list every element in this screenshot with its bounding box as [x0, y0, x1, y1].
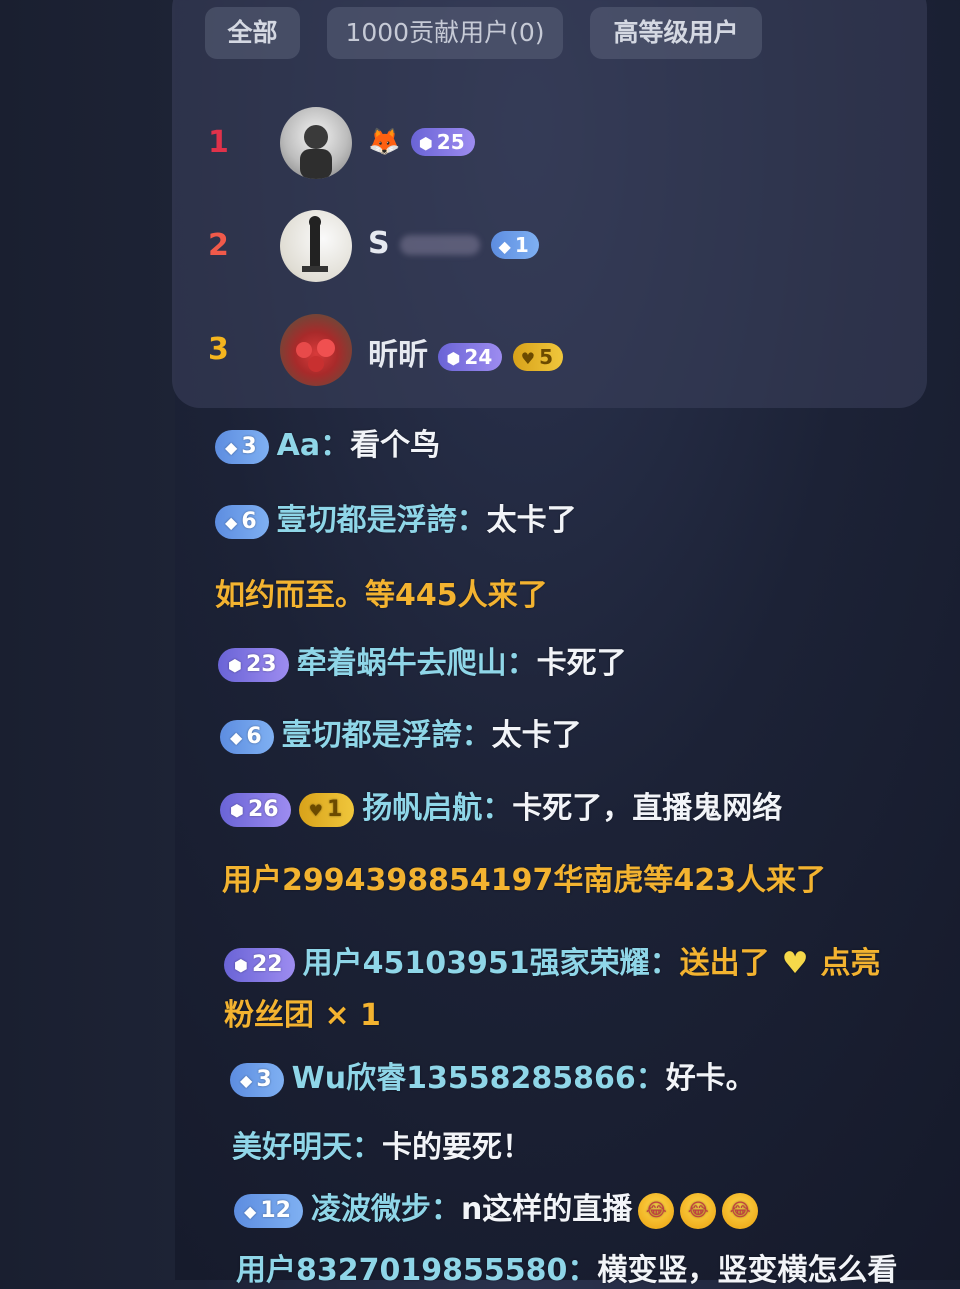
laugh-cry-emoji: 😂	[722, 1192, 759, 1229]
laugh-cry-emoji: 😂	[638, 1192, 675, 1229]
diamond-icon: ◆	[230, 727, 243, 747]
chat-username[interactable]: 用户8327019855580：	[236, 1253, 597, 1288]
chat-text: 太卡了	[486, 503, 577, 538]
diamond-icon: ◆	[244, 1201, 257, 1221]
gem-icon: ⬢	[446, 348, 461, 368]
chat-username[interactable]: 壹切都是浮誇：	[282, 718, 492, 753]
chat-message[interactable]: ⬢ 26 ♥ 1 扬帆启航：卡死了，直播鬼网络	[220, 783, 782, 827]
level-badge: ⬢ 22	[224, 947, 295, 982]
level-badge: ◆ 6	[215, 504, 269, 539]
rank-row-3[interactable]: 3 昕昕 ⬢ 24 ♥ 5	[200, 312, 900, 392]
level-badge: ◆ 6	[220, 719, 274, 754]
chat-message[interactable]: ◆ 12 凌波微步：n这样的直播 😂 😂 😂	[234, 1184, 759, 1229]
chat-message[interactable]: ◆ 6 壹切都是浮誇：太卡了	[220, 710, 582, 754]
rank-row-1[interactable]: 1 🦊 ⬢ 25	[200, 105, 900, 185]
level-badge: ◆ 3	[230, 1062, 284, 1097]
avatar[interactable]	[280, 210, 352, 282]
gem-icon: ⬢	[418, 133, 433, 153]
fan-club-badge: ♥ 5	[512, 342, 563, 371]
gift-message-line2: 粉丝团 × 1	[224, 998, 381, 1033]
laugh-cry-emoji: 😂	[680, 1192, 717, 1229]
fan-club-badge: ♥ 1	[298, 792, 355, 827]
tab-1000-contributors[interactable]: 1000贡献用户(0)	[327, 7, 563, 59]
heart-icon: ♥	[520, 348, 536, 368]
diamond-icon: ◆	[240, 1070, 253, 1090]
blurred-name	[400, 234, 481, 255]
chat-text: 看个鸟	[350, 428, 441, 463]
chat-text: 好卡。	[665, 1061, 756, 1096]
chat-username[interactable]: 美好明天：	[232, 1130, 382, 1165]
chat-text: 太卡了	[491, 718, 582, 753]
gift-text: 送出了	[679, 946, 770, 981]
chat-username[interactable]: 凌波微步：	[311, 1192, 461, 1227]
rank-row-2[interactable]: 2 S ◆ 1	[200, 208, 900, 288]
level-badge: ⬢ 24	[438, 342, 503, 371]
chat-username[interactable]: 扬帆启航：	[362, 791, 512, 826]
level-badge: ◆ 3	[215, 429, 269, 464]
user-name: S ◆ 1	[368, 226, 539, 261]
level-badge: ◆ 12	[234, 1193, 303, 1228]
level-badge: ◆ 1	[490, 230, 539, 259]
chat-text: 卡死了，直播鬼网络	[512, 791, 783, 826]
user-name: 🦊 ⬢ 25	[368, 123, 475, 158]
chat-username[interactable]: 壹切都是浮誇：	[277, 503, 487, 538]
chat-message[interactable]: 美好明天：卡的要死！	[232, 1122, 532, 1166]
gem-icon: ⬢	[228, 655, 242, 675]
gift-suffix: 点亮	[820, 946, 881, 981]
chat-text: n这样的直播	[460, 1192, 633, 1227]
rank-number: 1	[208, 125, 229, 160]
gem-icon: ⬢	[234, 955, 248, 975]
level-badge: ⬢ 26	[220, 792, 291, 827]
gem-icon: ⬢	[230, 800, 244, 820]
fox-icon: 🦊	[368, 127, 401, 157]
chat-message[interactable]: ◆ 3 Aa：看个鸟	[215, 420, 440, 464]
chat-username[interactable]: Aa：	[277, 428, 350, 463]
level-badge: ⬢ 25	[410, 127, 475, 156]
diamond-icon: ◆	[225, 512, 238, 532]
avatar[interactable]	[280, 314, 352, 386]
chat-username[interactable]: 用户45103951强家荣耀：	[303, 946, 680, 981]
chat-message[interactable]: 用户8327019855580：横变竖，竖变横怎么看	[236, 1245, 897, 1289]
level-badge: ⬢ 23	[218, 647, 289, 682]
system-message: 用户2994398854197华南虎等423人来了	[222, 863, 826, 898]
gift-message[interactable]: ⬢ 22 用户45103951强家荣耀：送出了 ♥ 点亮	[224, 938, 881, 982]
chat-message[interactable]: ◆ 3 Wu欣睿13558285866：好卡。	[230, 1053, 756, 1097]
rank-number: 2	[208, 228, 229, 263]
chat-text: 横变竖，竖变横怎么看	[597, 1253, 898, 1288]
left-background	[0, 0, 175, 1280]
chat-message[interactable]: ⬢ 23 牵着蜗牛去爬山：卡死了	[218, 638, 627, 682]
rank-number: 3	[208, 332, 229, 367]
heart-icon: ♥	[781, 946, 809, 981]
chat-username[interactable]: 牵着蜗牛去爬山：	[297, 646, 537, 681]
tab-high-level-users[interactable]: 高等级用户	[590, 7, 762, 59]
heart-icon: ♥	[308, 800, 323, 820]
avatar[interactable]	[280, 107, 352, 179]
tab-all[interactable]: 全部	[205, 7, 300, 59]
chat-message[interactable]: ◆ 6 壹切都是浮誇：太卡了	[215, 495, 577, 539]
user-name: 昕昕 ⬢ 24 ♥ 5	[368, 330, 563, 374]
chat-text: 卡死了	[536, 646, 627, 681]
chat-text: 卡的要死！	[382, 1130, 532, 1165]
diamond-icon: ◆	[498, 236, 511, 256]
diamond-icon: ◆	[225, 437, 238, 457]
chat-username[interactable]: Wu欣睿13558285866：	[292, 1061, 666, 1096]
system-message: 如约而至。等445人来了	[215, 578, 548, 613]
